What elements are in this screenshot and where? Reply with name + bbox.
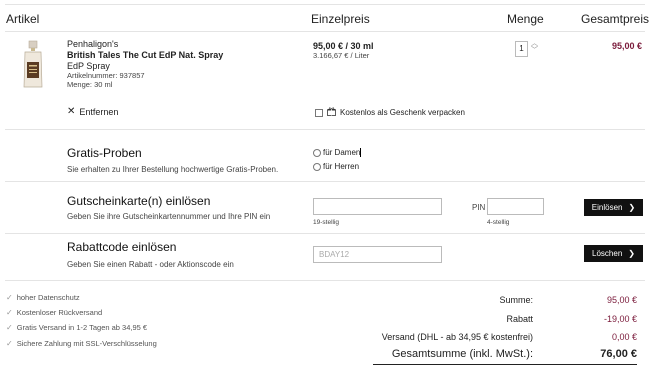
check-icon: ✓ [6,308,13,317]
chevron-down-icon[interactable]: ﹀ [531,47,538,54]
chevron-right-icon: ❯ [628,203,636,212]
delete-coupon-label: Löschen [592,249,623,258]
summary-total-value: 76,00 € [600,348,637,360]
summary-shipping-label: Versand (DHL - ab 34,95 € kostenfrei) [381,332,533,342]
product-amount: Menge: 30 ml [67,80,113,89]
perfume-bottle-icon [23,40,43,88]
feature-item: ✓ Sichere Zahlung mit SSL-Verschlüsselung [6,339,157,348]
gift-wrap-label: Kostenlos als Geschenk verpacken [340,108,465,117]
coupon-subtitle: Geben Sie einen Rabatt - oder Aktionscod… [67,260,234,269]
pin-input[interactable] [487,198,544,215]
remove-button[interactable]: ✕ Entfernen [67,106,118,117]
product-image[interactable] [20,40,46,90]
gift-icon [327,107,336,118]
giftcard-number-hint: 19-stellig [313,219,340,226]
radio-women[interactable] [313,148,321,157]
feature-item: ✓ hoher Datenschutz [6,293,80,302]
redeem-button-label: Einlösen [591,203,623,212]
col-header-einzelpreis: Einzelpreis [311,12,370,26]
sample-men-label: für Herren [323,162,360,171]
text-cursor [360,148,362,158]
sample-women-label: für Damen [323,148,361,157]
coupon-code-input[interactable]: BDAY12 [313,246,442,263]
summary-shipping-value: 0,00 € [611,332,637,342]
check-icon: ✓ [6,323,13,332]
sample-option-women[interactable]: für Damen [313,148,362,158]
chevron-up-icon[interactable]: ︿ [531,40,538,47]
line-total: 95,00 € [612,41,643,51]
coupon-title: Rabattcode einlösen [67,240,177,254]
summary-discount-label: Rabatt [506,314,533,324]
check-icon: ✓ [6,293,13,302]
summary-total-label: Gesamtsumme (inkl. MwSt.): [391,348,533,360]
price-per-liter: 3.166,67 € / Liter [313,51,370,60]
col-header-artikel: Artikel [6,12,40,26]
col-header-gesamtpreis: Gesamtpreis [581,12,650,26]
top-divider [5,4,645,5]
quantity-stepper[interactable]: ︿ ﹀ [531,40,538,54]
header-divider [5,31,645,32]
feature-item: ✓ Gratis Versand in 1-2 Tagen ab 34,95 € [6,323,148,332]
giftcard-divider [5,233,645,234]
remove-label: Entfernen [79,106,119,117]
check-icon: ✓ [6,339,13,348]
close-icon: ✕ [67,106,76,117]
summary-discount-value: -19,00 € [603,314,637,324]
redeem-button[interactable]: Einlösen ❯ [584,199,643,216]
feature-item: ✓ Kostenloser Rückversand [6,308,103,317]
product-name[interactable]: British Tales The Cut EdP Nat. Spray [67,50,223,61]
chevron-right-icon: ❯ [628,249,635,258]
samples-subtitle: Sie erhalten zu Ihrer Bestellung hochwer… [67,165,279,174]
quantity-input[interactable]: 1 [515,41,528,57]
sample-option-men[interactable]: für Herren [313,162,359,171]
samples-divider [5,181,645,182]
pin-label: PIN [472,203,486,212]
gift-wrap-option[interactable]: Kostenlos als Geschenk verpacken [315,107,465,118]
col-header-menge: Menge [507,12,544,26]
summary-sum-value: 95,00 € [606,295,637,305]
gift-wrap-checkbox[interactable] [315,108,323,117]
radio-men[interactable] [313,162,321,171]
product-divider [5,129,645,130]
coupon-divider [5,280,645,281]
samples-title: Gratis-Proben [67,146,142,160]
product-brand: Penhaligon's [67,39,119,49]
giftcard-subtitle: Geben Sie ihre Gutscheinkartennummer und… [67,212,271,221]
delete-coupon-button[interactable]: Löschen ❯ [584,245,643,262]
giftcard-number-input[interactable] [313,198,442,215]
giftcard-title: Gutscheinkarte(n) einlösen [67,194,211,208]
pin-hint: 4-stellig [487,219,510,226]
total-underline [373,364,637,365]
summary-sum-label: Summe: [499,295,533,305]
